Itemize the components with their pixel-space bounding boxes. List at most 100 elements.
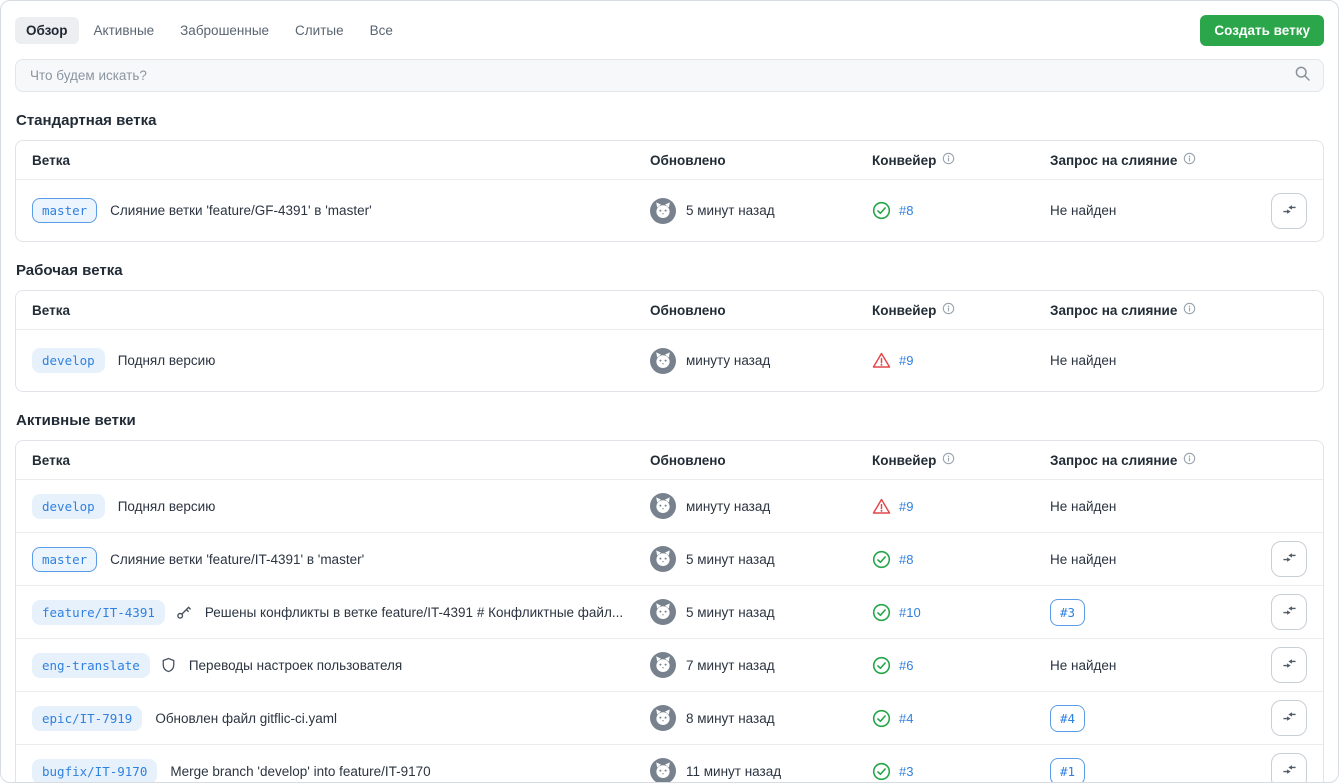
- column-header-updated: Обновлено: [650, 152, 726, 168]
- updated-time: 11 минут назад: [686, 763, 782, 779]
- pipeline-success-icon: [872, 550, 891, 569]
- section-title-default-branch: Стандартная ветка: [16, 112, 157, 129]
- column-header-pipeline: Конвейер: [872, 302, 1050, 318]
- info-icon[interactable]: [942, 152, 955, 168]
- search-icon[interactable]: [1294, 65, 1311, 87]
- pipeline-link[interactable]: #4: [899, 711, 913, 726]
- branch-badge[interactable]: eng-translate: [32, 652, 150, 678]
- section-title-working-branch: Рабочая ветка: [16, 262, 123, 279]
- pipeline-success-icon: [872, 603, 891, 622]
- updated-time: 8 минут назад: [686, 710, 775, 726]
- merge-arrows-icon: [1282, 550, 1297, 568]
- merge-request-badge[interactable]: #4: [1050, 704, 1086, 732]
- column-header-merge-request: Запрос на слияние: [1050, 452, 1261, 468]
- merge-request-badge[interactable]: #1: [1050, 757, 1086, 782]
- column-header-branch: Ветка: [32, 452, 70, 468]
- working-branch-table: Ветка Обновлено Конвейер Запрос на слиян…: [15, 290, 1324, 392]
- tab-overview[interactable]: Обзор: [15, 17, 79, 44]
- create-merge-request-button[interactable]: [1271, 594, 1307, 630]
- create-merge-request-button[interactable]: [1271, 753, 1307, 782]
- avatar[interactable]: [650, 197, 676, 224]
- avatar[interactable]: [650, 546, 676, 572]
- branch-badge[interactable]: master: [32, 546, 98, 572]
- commit-message: Поднял версию: [117, 498, 216, 514]
- info-icon[interactable]: [1183, 302, 1196, 318]
- create-merge-request-button[interactable]: [1271, 700, 1307, 736]
- table-row: master Слияние ветки 'feature/GF-4391' в…: [16, 179, 1323, 241]
- merge-request-status: Не найден: [1050, 203, 1117, 218]
- tab-abandoned[interactable]: Заброшенные: [169, 17, 280, 44]
- tab-active[interactable]: Активные: [83, 17, 166, 44]
- column-header-branch: Ветка: [32, 152, 70, 168]
- merge-request-badge[interactable]: #3: [1050, 598, 1086, 626]
- table-row: epic/IT-7919 Обновлен файл gitflic-ci.ya…: [16, 691, 1323, 744]
- avatar[interactable]: [650, 493, 676, 519]
- create-merge-request-button[interactable]: [1271, 647, 1307, 683]
- pipeline-failed-icon: [872, 497, 891, 516]
- commit-message: Слияние ветки 'feature/GF-4391' в 'maste…: [110, 203, 372, 218]
- merge-request-status: Не найден: [1050, 498, 1117, 514]
- pipeline-success-icon: [872, 201, 891, 220]
- top-bar: Обзор Активные Заброшенные Слитые Все Со…: [15, 15, 1324, 46]
- info-icon[interactable]: [1183, 152, 1196, 168]
- commit-message: Решены конфликты в ветке feature/IT-4391…: [204, 604, 624, 620]
- branch-badge[interactable]: master: [32, 198, 98, 223]
- column-header-updated: Обновлено: [650, 302, 726, 318]
- pipeline-link[interactable]: #8: [899, 203, 913, 218]
- branches-page: Обзор Активные Заброшенные Слитые Все Со…: [0, 0, 1339, 783]
- column-header-branch: Ветка: [32, 302, 70, 318]
- pipeline-link[interactable]: #3: [899, 764, 913, 779]
- branch-badge[interactable]: epic/IT-7919: [32, 705, 143, 731]
- avatar[interactable]: [650, 347, 676, 374]
- table-header: Ветка Обновлено Конвейер Запрос на слиян…: [16, 141, 1323, 179]
- pipeline-link[interactable]: #9: [899, 499, 913, 514]
- branch-badge[interactable]: develop: [32, 493, 105, 519]
- search-bar: [15, 59, 1324, 92]
- branch-filter-tabs: Обзор Активные Заброшенные Слитые Все: [15, 17, 404, 44]
- table-row: feature/IT-4391 Решены конфликты в ветке…: [16, 585, 1323, 638]
- updated-time: минуту назад: [686, 498, 771, 514]
- table-row: develop Поднял версию минуту назад #9 Не…: [16, 479, 1323, 532]
- avatar[interactable]: [650, 652, 676, 678]
- info-icon[interactable]: [942, 452, 955, 468]
- commit-message: Поднял версию: [117, 353, 216, 368]
- updated-time: 5 минут назад: [686, 203, 775, 218]
- merge-arrows-icon: [1282, 656, 1297, 674]
- active-branches-table: Ветка Обновлено Конвейер Запрос на слиян…: [15, 440, 1324, 782]
- tab-all[interactable]: Все: [359, 17, 404, 44]
- pipeline-link[interactable]: #10: [899, 605, 921, 620]
- section-title-active-branches: Активные ветки: [16, 412, 136, 429]
- table-row: develop Поднял версию минуту назад #9 Не…: [16, 329, 1323, 391]
- updated-time: 5 минут назад: [686, 551, 775, 567]
- default-branch-table: Ветка Обновлено Конвейер Запрос на слиян…: [15, 140, 1324, 242]
- info-icon[interactable]: [942, 302, 955, 318]
- avatar[interactable]: [650, 705, 676, 731]
- merge-arrows-icon: [1282, 603, 1297, 621]
- tab-merged[interactable]: Слитые: [284, 17, 355, 44]
- avatar[interactable]: [650, 758, 676, 782]
- key-icon: [176, 604, 192, 620]
- branch-badge[interactable]: feature/IT-4391: [32, 599, 165, 625]
- column-header-merge-request: Запрос на слияние: [1050, 152, 1261, 168]
- commit-message: Переводы настроек пользователя: [188, 657, 403, 673]
- pipeline-link[interactable]: #6: [899, 658, 913, 673]
- shield-icon: [161, 657, 176, 673]
- merge-arrows-icon: [1282, 202, 1297, 220]
- create-branch-button[interactable]: Создать ветку: [1200, 15, 1324, 46]
- updated-time: 5 минут назад: [686, 604, 775, 620]
- table-row: master Слияние ветки 'feature/IT-4391' в…: [16, 532, 1323, 585]
- branch-badge[interactable]: develop: [32, 348, 105, 373]
- pipeline-link[interactable]: #9: [899, 353, 913, 368]
- column-header-updated: Обновлено: [650, 452, 726, 468]
- merge-request-status: Не найден: [1050, 353, 1117, 368]
- search-input[interactable]: [28, 67, 1294, 84]
- pipeline-success-icon: [872, 709, 891, 728]
- create-merge-request-button[interactable]: [1271, 192, 1307, 229]
- info-icon[interactable]: [1183, 452, 1196, 468]
- pipeline-link[interactable]: #8: [899, 552, 913, 567]
- merge-arrows-icon: [1282, 762, 1297, 780]
- create-merge-request-button[interactable]: [1271, 541, 1307, 577]
- branch-badge[interactable]: bugfix/IT-9170: [32, 758, 158, 782]
- avatar[interactable]: [650, 599, 676, 625]
- commit-message: Merge branch 'develop' into feature/IT-9…: [170, 763, 431, 779]
